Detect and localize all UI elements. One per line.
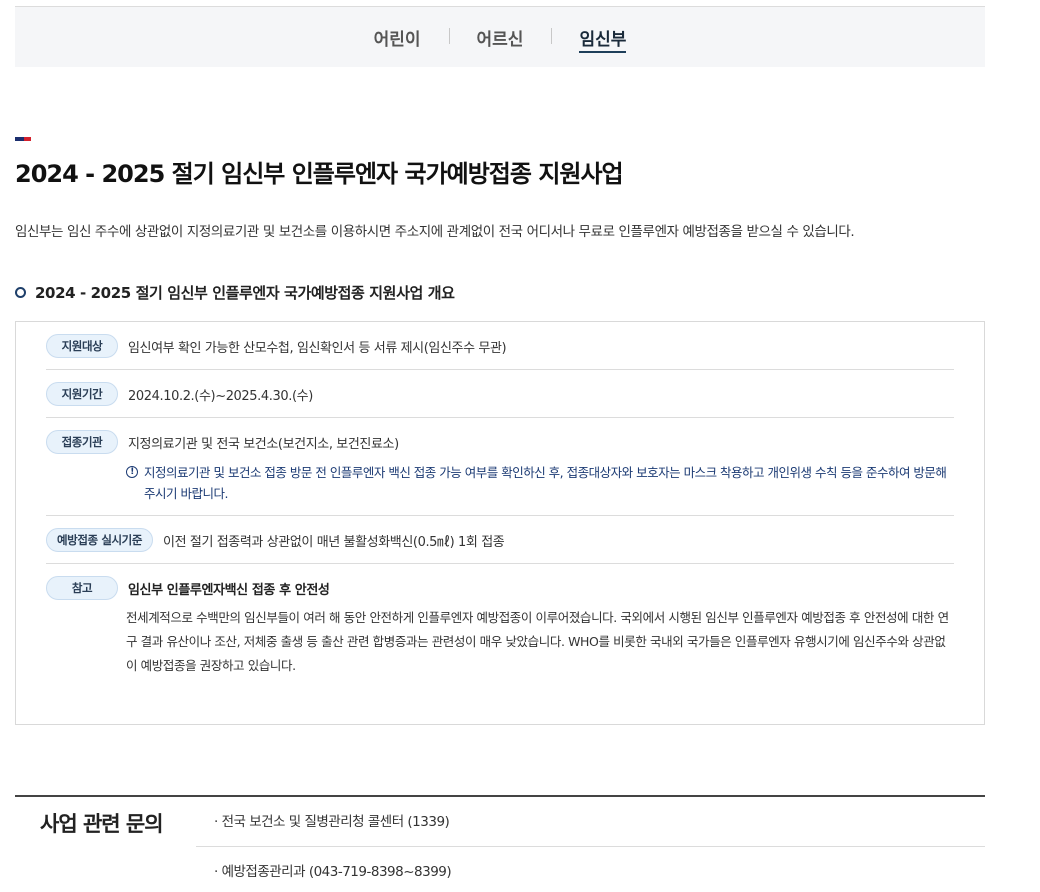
row-text-institution: 지정의료기관 및 전국 보건소(보건지소, 보건진료소)	[128, 436, 399, 452]
info-circle-icon: !	[126, 466, 138, 478]
tab-seniors[interactable]: 어르신	[448, 25, 552, 50]
row-text-criteria: 이전 절기 접종력과 상관없이 매년 불활성화백신(0.5㎖) 1회 접종	[163, 534, 505, 550]
badge-target: 지원대상	[46, 334, 118, 358]
overview-row-criteria: 예방접종 실시기준 이전 절기 접종력과 상관없이 매년 불활성화백신(0.5㎖…	[46, 516, 954, 564]
row-text-period: 2024.10.2.(수)~2025.4.30.(수)	[128, 388, 313, 404]
overview-row-target: 지원대상 임신여부 확인 가능한 산모수첩, 임신확인서 등 서류 제시(임신주…	[46, 322, 954, 370]
contact-item-department: · 예방접종관리과 (043-719-8398~8399)	[214, 864, 452, 880]
institution-notice: ! 지정의료기관 및 보건소 접종 방문 전 인플루엔자 백신 접종 가능 여부…	[126, 462, 954, 504]
badge-reference: 참고	[46, 576, 118, 600]
badge-criteria: 예방접종 실시기준	[46, 528, 154, 552]
tab-bar: 어린이 어르신 임신부	[15, 6, 985, 67]
overview-row-institution: 접종기관 지정의료기관 및 전국 보건소(보건지소, 보건진료소) ! 지정의료…	[46, 418, 954, 516]
title-accent-bar	[15, 137, 31, 141]
row-text-target: 임신여부 확인 가능한 산모수첩, 임신확인서 등 서류 제시(임신주수 무관)	[128, 340, 507, 356]
contact-item-callcenter: · 전국 보건소 및 질병관리청 콜센터 (1339)	[196, 798, 985, 847]
overview-row-period: 지원기간 2024.10.2.(수)~2025.4.30.(수)	[46, 370, 954, 418]
intro-text: 임신부는 임신 주수에 상관없이 지정의료기관 및 보건소를 이용하시면 주소지…	[15, 224, 855, 240]
notice-text: 지정의료기관 및 보건소 접종 방문 전 인플루엔자 백신 접종 가능 여부를 …	[144, 465, 947, 501]
contact-divider	[15, 795, 985, 797]
badge-period: 지원기간	[46, 382, 118, 406]
overview-row-reference: 참고 임신부 인플루엔자백신 접종 후 안전성 전세계적으로 수백만의 임신부들…	[46, 564, 954, 689]
tab-children[interactable]: 어린이	[346, 25, 449, 50]
reference-paragraph: 전세계적으로 수백만의 임신부들이 여러 해 동안 안전하게 인플루엔자 예방접…	[126, 610, 949, 673]
row-text-reference: 임신부 인플루엔자백신 접종 후 안전성	[128, 582, 330, 598]
tab-pregnant-women[interactable]: 임신부	[551, 25, 654, 53]
circle-bullet-icon	[15, 287, 26, 298]
overview-box: 지원대상 임신여부 확인 가능한 산모수첩, 임신확인서 등 서류 제시(임신주…	[15, 321, 985, 725]
badge-institution: 접종기관	[46, 430, 118, 454]
contact-title: 사업 관련 문의	[40, 812, 164, 836]
accent-red	[24, 137, 31, 141]
section-header: 2024 - 2025 절기 임신부 인플루엔자 국가예방접종 지원사업 개요	[15, 282, 455, 303]
page-title: 2024 - 2025 절기 임신부 인플루엔자 국가예방접종 지원사업	[15, 160, 624, 188]
section-title: 2024 - 2025 절기 임신부 인플루엔자 국가예방접종 지원사업 개요	[35, 284, 455, 302]
accent-navy	[15, 137, 24, 141]
